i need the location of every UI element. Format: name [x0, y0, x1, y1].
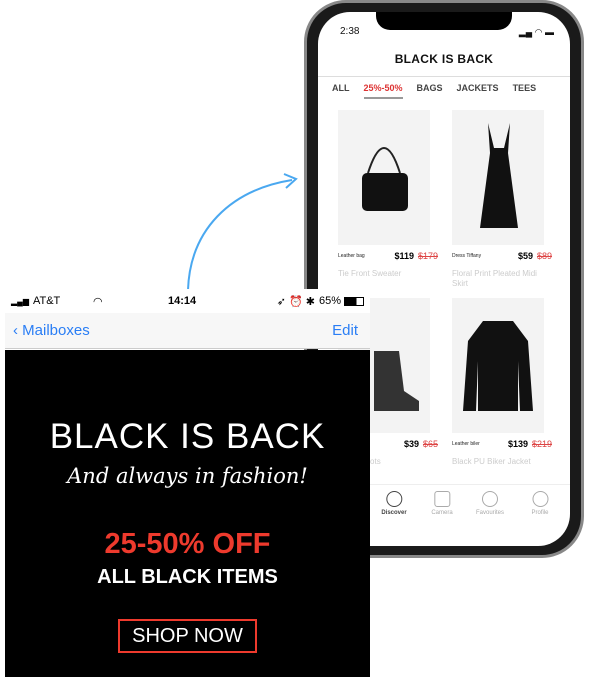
signal-wifi-battery-icon: ▂▄ ◠ ▬ [518, 27, 554, 37]
page-title: BLACK IS BACK [394, 52, 494, 66]
tab-bags[interactable]: BAGS [417, 83, 443, 99]
notch [376, 12, 512, 30]
shop-now-button[interactable]: SHOP NOW [118, 619, 257, 653]
ad-items: ALL BLACK ITEMS [97, 566, 278, 588]
product-card[interactable]: Leather biler $139 $219 Black PU Biker Jac… [452, 298, 552, 467]
jacket-icon [463, 320, 533, 411]
search-icon [385, 491, 402, 507]
tab-jackets[interactable]: JACKETS [457, 83, 499, 99]
nav-camera[interactable]: Camera [431, 491, 453, 516]
edit-button[interactable]: Edit [332, 322, 358, 339]
location-alarm-bluetooth-icon: ➶ ⏰ ✱ [276, 295, 315, 308]
email-preview: ▂▄▆ AT&T ◠ 14:14 ➶ ⏰ ✱ 65% ‹ Mailboxes E… [5, 289, 370, 677]
status-time: 2:38 [340, 26, 360, 37]
battery-icon [344, 296, 364, 306]
product-card[interactable]: Dress Tiffany $59 $89 Floral Print Pleated… [452, 110, 552, 289]
tab-tees[interactable]: TEES [513, 83, 537, 99]
tab-all[interactable]: ALL [332, 83, 350, 99]
ad-offer: 25-50% OFF [104, 528, 271, 560]
product-card[interactable]: Leather bag $119 $179 Tie Front Sweater [338, 110, 438, 279]
handbag-icon [362, 146, 408, 211]
nav-favourites[interactable]: Favourites [476, 491, 504, 516]
promo-banner[interactable]: BLACK IS BACK And always in fashion! 25-… [5, 350, 370, 677]
tab-25-50[interactable]: 25%-50% [363, 83, 403, 99]
back-button[interactable]: ‹ Mailboxes [13, 322, 90, 339]
camera-icon [434, 491, 450, 507]
signal-icon: ▂▄▆ [11, 296, 29, 306]
nav-discover[interactable]: Discover [381, 491, 407, 516]
status-bar: ▂▄▆ AT&T ◠ 14:14 ➶ ⏰ ✱ 65% [5, 289, 370, 313]
profile-icon [531, 491, 548, 507]
nav-profile[interactable]: Profile [531, 491, 549, 516]
wifi-icon: ◠ [92, 295, 103, 308]
ad-subline: And always in fashion! [67, 464, 308, 488]
dress-icon [480, 122, 518, 228]
ad-headline: BLACK IS BACK [49, 417, 326, 456]
heart-icon [481, 491, 498, 507]
